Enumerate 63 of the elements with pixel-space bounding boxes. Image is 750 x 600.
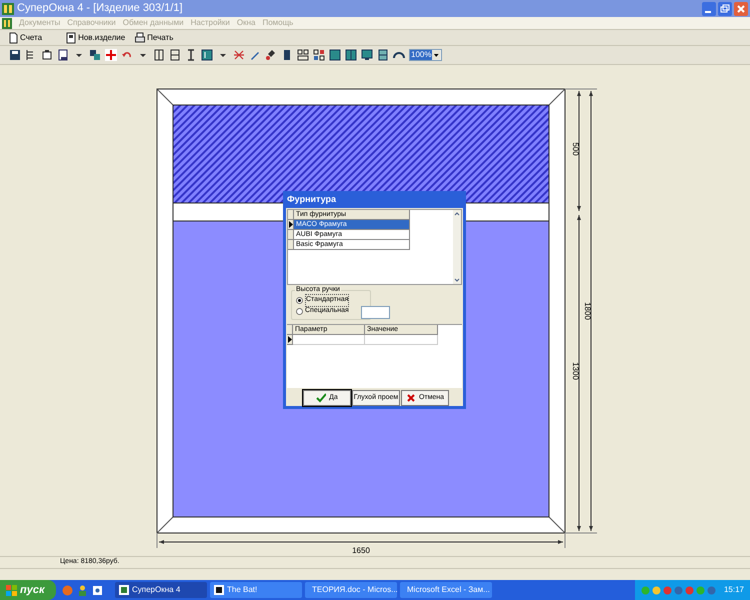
sash-icon[interactable]: [201, 49, 213, 61]
taskbar-button[interactable]: Microsoft Excel - Зам...: [400, 582, 492, 598]
scrollbar[interactable]: [453, 210, 461, 284]
radio-button[interactable]: [296, 297, 303, 304]
toolbar-button[interactable]: Печать: [135, 32, 174, 44]
scroll-down-icon[interactable]: [453, 276, 461, 284]
taskbar-button[interactable]: ТЕОРИЯ.doc - Micros...: [305, 582, 397, 598]
door-icon[interactable]: [281, 49, 293, 61]
page-icon[interactable]: [57, 49, 69, 61]
taskbar-button[interactable]: The Bat!: [210, 582, 302, 598]
clock: 15:17: [724, 584, 744, 596]
dimension-label: 1650: [352, 546, 370, 555]
frame-icon: [66, 32, 76, 44]
taskbar-button[interactable]: СуперОкна 4: [115, 582, 207, 598]
row-pointer-icon: [288, 221, 293, 228]
plus-icon[interactable]: [105, 49, 117, 61]
window-icon[interactable]: [377, 49, 389, 61]
app-icon: [214, 585, 224, 595]
window-icon[interactable]: [345, 49, 357, 61]
desktop-icon[interactable]: [92, 584, 103, 596]
app-icon: [119, 585, 129, 595]
cross-icon[interactable]: [233, 49, 245, 61]
dialog-title: Фурнитура: [287, 192, 336, 206]
app-icon: [2, 2, 14, 14]
grid-icon[interactable]: [313, 49, 325, 61]
close-icon: [406, 393, 416, 403]
start-button[interactable]: пуск: [0, 580, 56, 600]
close-icon[interactable]: [734, 2, 748, 16]
layout-icon[interactable]: [297, 49, 309, 61]
windows-icon[interactable]: [89, 49, 101, 61]
minimize-icon[interactable]: [702, 2, 716, 16]
table-cell[interactable]: [365, 335, 438, 346]
dimension-label: 1300: [571, 362, 580, 380]
row-header[interactable]: [288, 220, 294, 230]
radio-button[interactable]: [296, 308, 303, 316]
dimension-label: 1800: [583, 302, 592, 320]
building-icon[interactable]: [41, 49, 53, 61]
scroll-up-icon[interactable]: [453, 210, 461, 218]
check-icon: [316, 393, 326, 403]
pencil-icon[interactable]: [249, 49, 261, 61]
restore-icon[interactable]: [718, 2, 732, 16]
impost-icon[interactable]: [185, 49, 197, 61]
toolbar-button[interactable]: Счета: [8, 32, 42, 44]
input-field[interactable]: [361, 306, 390, 319]
arch-icon[interactable]: [393, 49, 405, 61]
window-icon[interactable]: [329, 49, 341, 61]
windows-logo-icon: [6, 584, 17, 596]
brush-icon[interactable]: [265, 49, 277, 61]
row-pointer-icon: [287, 336, 292, 344]
toolbar-button[interactable]: Нов.изделие: [66, 32, 126, 44]
people-icon[interactable]: [77, 584, 88, 596]
dimension-label: 500: [571, 142, 580, 156]
save-icon[interactable]: [9, 49, 21, 61]
horizontal-split-icon[interactable]: [169, 49, 181, 61]
document-icon: [8, 32, 18, 44]
vertical-split-icon[interactable]: [153, 49, 165, 61]
row-header[interactable]: [287, 335, 293, 346]
table-cell[interactable]: [293, 335, 365, 346]
zoom-combo[interactable]: 100%: [409, 49, 442, 61]
app-icon: [2, 18, 12, 28]
monitor-icon[interactable]: [361, 49, 373, 61]
zoom-value: 100%: [410, 50, 432, 60]
window-title: СуперОкна 4 - [Изделие 303/1/1]: [17, 1, 183, 16]
